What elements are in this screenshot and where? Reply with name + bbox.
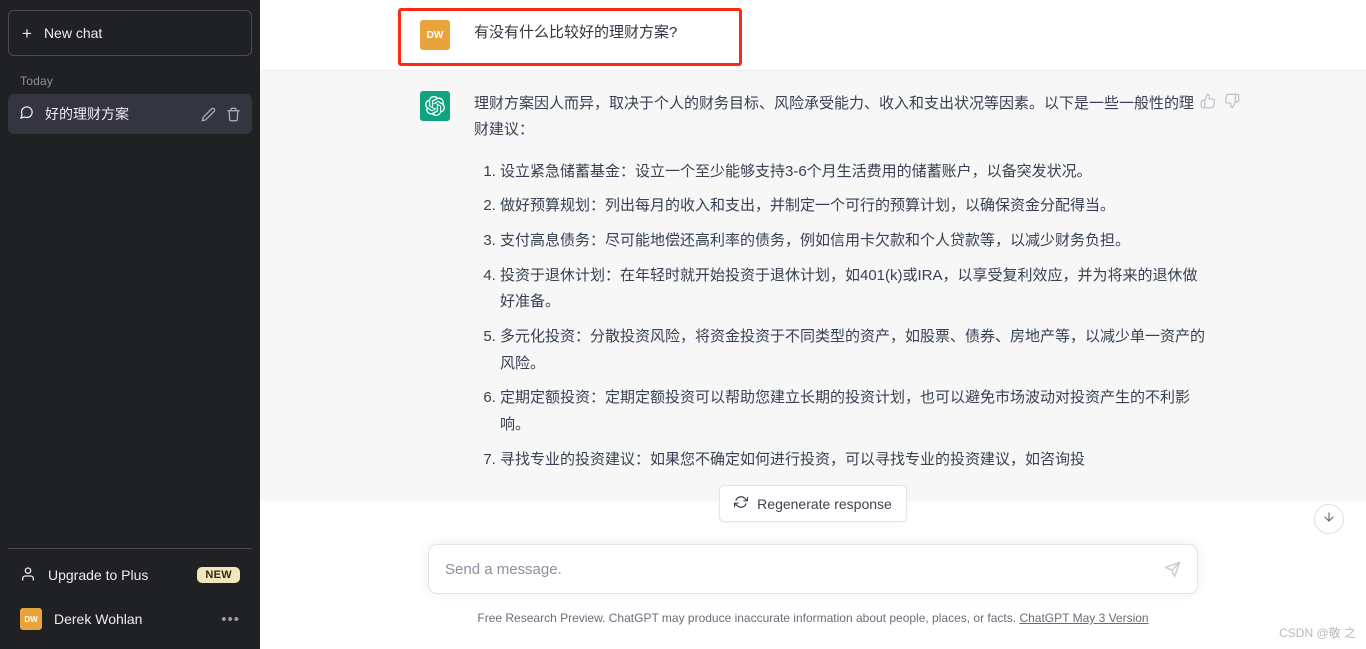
- user-message-row: DW 有没有什么比较好的理财方案?: [260, 0, 1366, 70]
- watermark: CSDN @敬 之: [1279, 626, 1356, 640]
- account-name: Derek Wohlan: [54, 611, 143, 627]
- list-item: 支付高息债务：尽可能地偿还高利率的债务，例如信用卡欠款和个人贷款等，以减少财务负…: [500, 228, 1206, 255]
- send-icon[interactable]: [1164, 561, 1181, 578]
- avatar: DW: [20, 608, 42, 630]
- assistant-message-row: 理财方案因人而异，取决于个人的财务目标、风险承受能力、收入和支出状况等因素。以下…: [260, 70, 1366, 502]
- assistant-message-body: 理财方案因人而异，取决于个人的财务目标、风险承受能力、收入和支出状况等因素。以下…: [474, 91, 1240, 481]
- list-item: 设立紧急储蓄基金：设立一个至少能够支持3-6个月生活费用的储蓄账户，以备突发状况…: [500, 159, 1206, 186]
- regenerate-response-button[interactable]: Regenerate response: [719, 485, 907, 522]
- refresh-icon: [734, 495, 749, 512]
- thumbs-down-icon[interactable]: [1224, 93, 1240, 109]
- pencil-icon[interactable]: [201, 107, 216, 122]
- chatgpt-app: + New chat Today 好的理财方案 Upgrade to Plus …: [0, 0, 1366, 649]
- new-chat-label: New chat: [43, 25, 103, 41]
- main-area: DW 有没有什么比较好的理财方案? 理财方案因人而异，取决于个人的财务目标、风险…: [260, 0, 1366, 649]
- sidebar: + New chat Today 好的理财方案 Upgrade to Plus …: [0, 0, 260, 649]
- list-item: 投资于退休计划：在年轻时就开始投资于退休计划，如401(k)或IRA，以享受复利…: [500, 263, 1206, 316]
- list-item: 定期定额投资：定期定额投资可以帮助您建立长期的投资计划，也可以避免市场波动对投资…: [500, 385, 1206, 438]
- list-item: 做好预算规划：列出每月的收入和支出，并制定一个可行的预算计划，以确保资金分配得当…: [500, 193, 1206, 220]
- upgrade-label: Upgrade to Plus: [48, 567, 149, 583]
- sidebar-footer: Upgrade to Plus NEW DW Derek Wohlan •••: [8, 548, 252, 641]
- account-button[interactable]: DW Derek Wohlan •••: [8, 597, 252, 641]
- section-label-today: Today: [20, 74, 54, 88]
- chat-item-actions: [201, 107, 241, 122]
- chat-bubble-icon: [19, 105, 34, 123]
- regenerate-label: Regenerate response: [757, 495, 892, 512]
- new-badge: NEW: [197, 567, 240, 583]
- regenerate-wrapper: Regenerate response: [260, 485, 1366, 522]
- copy-icon[interactable]: [1176, 93, 1192, 109]
- chat-item-title: 好的理财方案: [45, 106, 129, 122]
- thumbs-up-icon[interactable]: [1200, 93, 1216, 109]
- user-avatar: DW: [420, 20, 450, 50]
- message-input[interactable]: [445, 560, 1164, 578]
- sidebar-chat-item[interactable]: 好的理财方案: [8, 94, 252, 134]
- list-item: 多元化投资：分散投资风险，将资金投资于不同类型的资产，如股票、债券、房地产等，以…: [500, 324, 1206, 377]
- footer-disclaimer: Free Research Preview. ChatGPT may produ…: [260, 611, 1366, 625]
- ellipsis-icon[interactable]: •••: [221, 611, 240, 628]
- user-message-text: 有没有什么比较好的理财方案?: [474, 24, 678, 41]
- composer-wrapper: [260, 544, 1366, 594]
- composer: [428, 544, 1198, 594]
- person-icon: [20, 566, 36, 585]
- upgrade-to-plus-button[interactable]: Upgrade to Plus NEW: [8, 553, 252, 597]
- version-link[interactable]: ChatGPT May 3 Version: [1019, 611, 1148, 625]
- assistant-intro-text: 理财方案因人而异，取决于个人的财务目标、风险承受能力、收入和支出状况等因素。以下…: [474, 95, 1195, 138]
- assistant-tips-list: 设立紧急储蓄基金：设立一个至少能够支持3-6个月生活费用的储蓄账户，以备突发状况…: [474, 159, 1206, 474]
- new-chat-button[interactable]: + New chat: [8, 10, 252, 56]
- plus-icon: +: [22, 23, 32, 43]
- footer-text: Free Research Preview. ChatGPT may produ…: [477, 611, 1017, 625]
- trash-icon[interactable]: [226, 107, 241, 122]
- user-message-body: 有没有什么比较好的理财方案?: [474, 20, 1206, 50]
- assistant-message-actions: [1176, 93, 1240, 109]
- openai-logo-icon: [420, 91, 450, 121]
- list-item: 寻找专业的投资建议：如果您不确定如何进行投资，可以寻找专业的投资建议，如咨询投: [500, 447, 1206, 474]
